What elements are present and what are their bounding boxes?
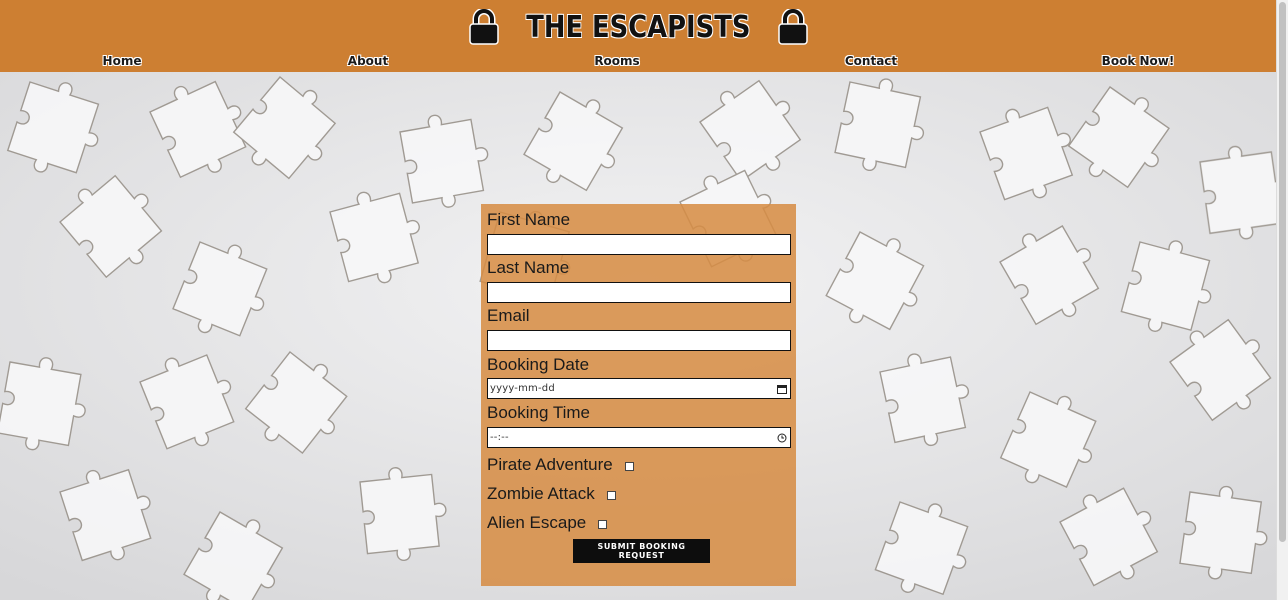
time-placeholder: --:-- (490, 432, 509, 443)
first-name-input[interactable] (487, 234, 791, 255)
pirate-adventure-label: Pirate Adventure (487, 455, 613, 474)
booking-time-label: Booking Time (487, 403, 590, 422)
date-placeholder: yyyy-mm-dd (490, 383, 555, 394)
main-nav: Home About Rooms Contact Book Now! (0, 52, 1277, 72)
nav-contact-link[interactable]: Contact (845, 54, 897, 68)
last-name-label: Last Name (487, 258, 570, 277)
room-option-pirate: Pirate Adventure (487, 455, 634, 475)
booking-time-input[interactable]: --:-- (487, 427, 791, 448)
alien-escape-checkbox[interactable] (598, 519, 608, 529)
site-header: THE ESCAPISTS Home About Rooms Contact B… (0, 0, 1277, 72)
email-label: Email (487, 306, 530, 325)
first-name-label: First Name (487, 210, 571, 229)
brand[interactable]: THE ESCAPISTS (0, 6, 1277, 48)
nav-about-link[interactable]: About (348, 54, 388, 68)
site-title: THE ESCAPISTS (526, 9, 751, 45)
nav-book-now-link[interactable]: Book Now! (1102, 54, 1175, 68)
submit-booking-button[interactable]: SUBMIT BOOKING REQUEST (573, 539, 710, 563)
alien-escape-label: Alien Escape (487, 513, 587, 532)
clock-icon[interactable] (777, 433, 787, 443)
calendar-icon[interactable] (777, 384, 787, 394)
zombie-attack-checkbox[interactable] (606, 490, 616, 500)
booking-date-label: Booking Date (487, 355, 590, 374)
email-input[interactable] (487, 330, 791, 351)
pirate-adventure-checkbox[interactable] (624, 461, 634, 471)
lock-icon (778, 9, 808, 45)
last-name-input[interactable] (487, 282, 791, 303)
page-scrollbar[interactable] (1276, 0, 1288, 600)
nav-home-link[interactable]: Home (103, 54, 142, 68)
room-option-zombie: Zombie Attack (487, 484, 616, 504)
lock-icon (469, 9, 499, 45)
room-option-alien: Alien Escape (487, 513, 608, 533)
scrollbar-thumb[interactable] (1279, 2, 1286, 542)
booking-date-input[interactable]: yyyy-mm-dd (487, 378, 791, 399)
booking-form: First Name Last Name Email Booking Date … (481, 204, 796, 586)
nav-rooms-link[interactable]: Rooms (594, 54, 639, 68)
zombie-attack-label: Zombie Attack (487, 484, 595, 503)
